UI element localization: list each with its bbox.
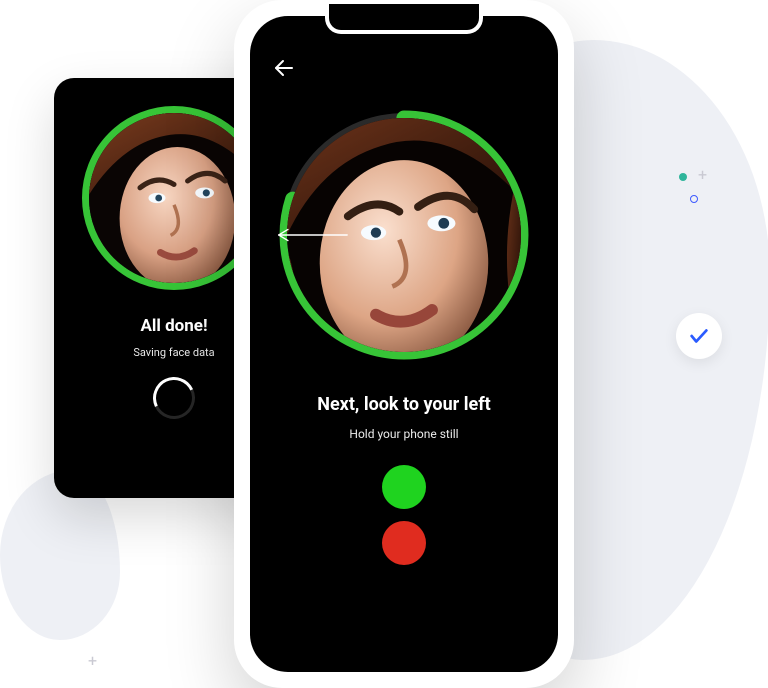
phone-notch: [325, 4, 483, 34]
phone-frame: Next, look to your left Hold your phone …: [234, 0, 574, 688]
back-button[interactable]: [272, 56, 296, 80]
decor-plus-b: +: [88, 653, 97, 669]
status-indicators: [250, 465, 558, 565]
decor-plus-a: +: [698, 167, 707, 183]
instruction-title: Next, look to your left: [250, 394, 558, 415]
direction-arrow-left-icon: [275, 227, 349, 243]
arrow-left-icon: [272, 56, 296, 80]
check-icon: [688, 325, 710, 347]
decor-ring-blue: [690, 195, 698, 203]
status-dot-success: [382, 465, 426, 509]
instruction-subtitle: Hold your phone still: [250, 427, 558, 441]
status-dot-pending: [382, 521, 426, 565]
check-badge: [676, 313, 722, 359]
face-scan-screen: Next, look to your left Hold your phone …: [250, 16, 558, 672]
face-scan-frame-main: [277, 108, 531, 362]
decor-dot-teal: [679, 173, 687, 181]
loading-spinner-icon: [147, 371, 201, 425]
